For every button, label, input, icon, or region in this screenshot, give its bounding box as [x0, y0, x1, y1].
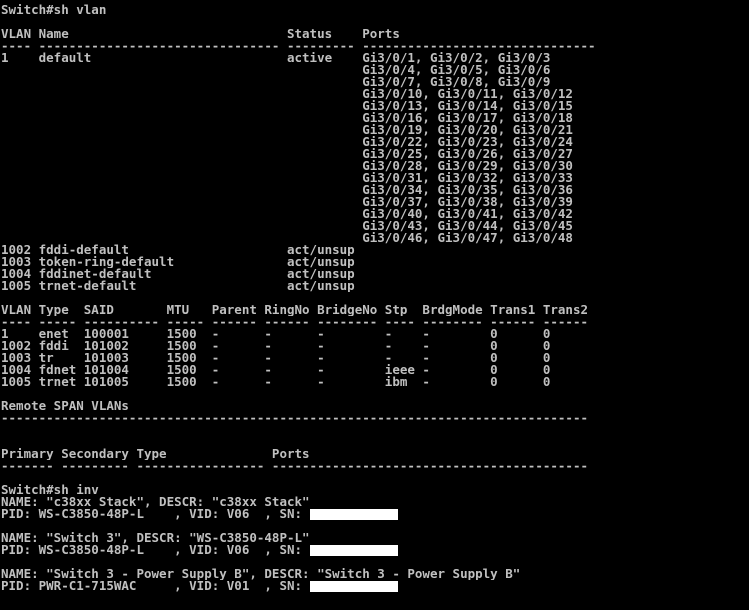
terminal-line-text: Gi3/0/28, Gi3/0/29, Gi3/0/30	[1, 160, 573, 172]
terminal-line: Switch#sh vlan	[1, 4, 749, 16]
terminal-line: 1004 fddinet-default act/unsup	[1, 268, 749, 280]
terminal-line-text: 1004 fdnet 101004 1500 - - - ieee - 0 0	[1, 364, 551, 376]
terminal-line: Gi3/0/40, Gi3/0/41, Gi3/0/42	[1, 208, 749, 220]
terminal-line-text: 1005 trnet-default act/unsup	[1, 280, 355, 292]
terminal-line-text: Gi3/0/34, Gi3/0/35, Gi3/0/36	[1, 184, 573, 196]
terminal-line-text: Gi3/0/19, Gi3/0/20, Gi3/0/21	[1, 124, 573, 136]
terminal-line-text: Gi3/0/16, Gi3/0/17, Gi3/0/18	[1, 112, 573, 124]
terminal-line-text: Primary Secondary Type Ports	[1, 448, 310, 460]
terminal-line-text: NAME: "Switch 3 - Power Supply B", DESCR…	[1, 568, 521, 580]
terminal-line-text: NAME: "c38xx Stack", DESCR: "c38xx Stack…	[1, 496, 310, 508]
terminal-line: Gi3/0/28, Gi3/0/29, Gi3/0/30	[1, 160, 749, 172]
terminal-line-text: Switch#sh vlan	[1, 4, 107, 16]
terminal-line: PID: WS-C3850-48P-L , VID: V06 , SN:	[1, 508, 749, 520]
terminal-line: Gi3/0/31, Gi3/0/32, Gi3/0/33	[1, 172, 749, 184]
terminal-line: Gi3/0/4, Gi3/0/5, Gi3/0/6	[1, 64, 749, 76]
terminal-line-text: Gi3/0/31, Gi3/0/32, Gi3/0/33	[1, 172, 573, 184]
terminal-line: Gi3/0/37, Gi3/0/38, Gi3/0/39	[1, 196, 749, 208]
serial-number-redaction	[309, 545, 398, 556]
serial-number-redaction	[309, 581, 398, 592]
terminal-line: Gi3/0/16, Gi3/0/17, Gi3/0/18	[1, 112, 749, 124]
terminal-line: VLAN Name Status Ports	[1, 28, 749, 40]
terminal-line-text: VLAN Name Status Ports	[1, 28, 400, 40]
terminal-line-text: Gi3/0/37, Gi3/0/38, Gi3/0/39	[1, 196, 573, 208]
terminal-line-text: Gi3/0/22, Gi3/0/23, Gi3/0/24	[1, 136, 573, 148]
terminal-line: ---- -------------------------------- --…	[1, 40, 749, 52]
terminal-line: 1003 token-ring-default act/unsup	[1, 256, 749, 268]
terminal-line: 1 enet 100001 1500 - - - - - 0 0	[1, 328, 749, 340]
terminal-line: 1004 fdnet 101004 1500 - - - ieee - 0 0	[1, 364, 749, 376]
terminal-line: NAME: "Switch 3 - Power Supply B", DESCR…	[1, 568, 749, 580]
terminal-line-text: ----------------------------------------…	[1, 412, 588, 424]
terminal-line: Gi3/0/19, Gi3/0/20, Gi3/0/21	[1, 124, 749, 136]
terminal-line: ----------------------------------------…	[1, 412, 749, 424]
terminal-line: Gi3/0/46, Gi3/0/47, Gi3/0/48	[1, 232, 749, 244]
terminal-line: ---- ----- ---------- ----- ------ -----…	[1, 316, 749, 328]
terminal-line: 1 default active Gi3/0/1, Gi3/0/2, Gi3/0…	[1, 52, 749, 64]
terminal-line-text: 1004 fddinet-default act/unsup	[1, 268, 355, 280]
serial-number-redaction	[309, 509, 398, 520]
terminal-line: Gi3/0/7, Gi3/0/8, Gi3/0/9	[1, 76, 749, 88]
terminal-line: PID: PWR-C1-715WAC , VID: V01 , SN:	[1, 580, 749, 592]
terminal-line: 1005 trnet-default act/unsup	[1, 280, 749, 292]
terminal-line-text: 1005 trnet 101005 1500 - - - ibm - 0 0	[1, 376, 551, 388]
terminal-line: Gi3/0/25, Gi3/0/26, Gi3/0/27	[1, 148, 749, 160]
terminal-line-text: Switch#sh inv	[1, 484, 99, 496]
terminal-line: Primary Secondary Type Ports	[1, 448, 749, 460]
terminal-line-text: PID: WS-C3850-48P-L , VID: V06 , SN:	[1, 544, 310, 556]
terminal-line: Gi3/0/22, Gi3/0/23, Gi3/0/24	[1, 136, 749, 148]
terminal-line-text: 1002 fddi-default act/unsup	[1, 244, 355, 256]
terminal-line-text: NAME: "Switch 3", DESCR: "WS-C3850-48P-L…	[1, 532, 310, 544]
terminal-line: Switch#sh inv	[1, 484, 749, 496]
terminal-window[interactable]: Switch#sh vlan VLAN Name Status Ports ----…	[0, 0, 749, 610]
terminal-line: 1002 fddi 101002 1500 - - - - - 0 0	[1, 340, 749, 352]
terminal-line-text: Gi3/0/13, Gi3/0/14, Gi3/0/15	[1, 100, 573, 112]
terminal-line-text: Remote SPAN VLANs	[1, 400, 129, 412]
terminal-line: Gi3/0/10, Gi3/0/11, Gi3/0/12	[1, 88, 749, 100]
terminal-line: PID: WS-C3850-48P-L , VID: V06 , SN:	[1, 544, 749, 556]
terminal-line: NAME: "Switch 3", DESCR: "WS-C3850-48P-L…	[1, 532, 749, 544]
terminal-line: NAME: "c38xx Stack", DESCR: "c38xx Stack…	[1, 496, 749, 508]
terminal-line-text: Gi3/0/43, Gi3/0/44, Gi3/0/45	[1, 220, 573, 232]
terminal-line-text: Gi3/0/40, Gi3/0/41, Gi3/0/42	[1, 208, 573, 220]
terminal-line: Gi3/0/43, Gi3/0/44, Gi3/0/45	[1, 220, 749, 232]
terminal-line-text: 1002 fddi 101002 1500 - - - - - 0 0	[1, 340, 551, 352]
terminal-line-text: 1003 tr 101003 1500 - - - - - 0 0	[1, 352, 551, 364]
terminal-line: 1002 fddi-default act/unsup	[1, 244, 749, 256]
terminal-line: 1003 tr 101003 1500 - - - - - 0 0	[1, 352, 749, 364]
terminal-line-text: 1003 token-ring-default act/unsup	[1, 256, 355, 268]
terminal-line-text: Gi3/0/4, Gi3/0/5, Gi3/0/6	[1, 64, 551, 76]
terminal-line: Remote SPAN VLANs	[1, 400, 749, 412]
terminal-line-text: 1 enet 100001 1500 - - - - - 0 0	[1, 328, 551, 340]
terminal-line-text: Gi3/0/25, Gi3/0/26, Gi3/0/27	[1, 148, 573, 160]
terminal-line: 1005 trnet 101005 1500 - - - ibm - 0 0	[1, 376, 749, 388]
terminal-line-text: VLAN Type SAID MTU Parent RingNo BridgeN…	[1, 304, 588, 316]
terminal-line: ------- --------- ----------------- ----…	[1, 460, 749, 472]
terminal-line-text: 1 default active Gi3/0/1, Gi3/0/2, Gi3/0…	[1, 52, 551, 64]
terminal-line-text: ------- --------- ----------------- ----…	[1, 460, 588, 472]
terminal-line: VLAN Type SAID MTU Parent RingNo BridgeN…	[1, 304, 749, 316]
terminal-line: Gi3/0/34, Gi3/0/35, Gi3/0/36	[1, 184, 749, 196]
terminal-line-text: ---- ----- ---------- ----- ------ -----…	[1, 316, 588, 328]
terminal-line-text: ---- -------------------------------- --…	[1, 40, 596, 52]
terminal-line-text: Gi3/0/10, Gi3/0/11, Gi3/0/12	[1, 88, 573, 100]
terminal-line-text: Gi3/0/46, Gi3/0/47, Gi3/0/48	[1, 232, 573, 244]
terminal-line-text: Gi3/0/7, Gi3/0/8, Gi3/0/9	[1, 76, 551, 88]
terminal-line-text: PID: WS-C3850-48P-L , VID: V06 , SN:	[1, 508, 310, 520]
terminal-line: Gi3/0/13, Gi3/0/14, Gi3/0/15	[1, 100, 749, 112]
terminal-line-text: PID: PWR-C1-715WAC , VID: V01 , SN:	[1, 580, 310, 592]
